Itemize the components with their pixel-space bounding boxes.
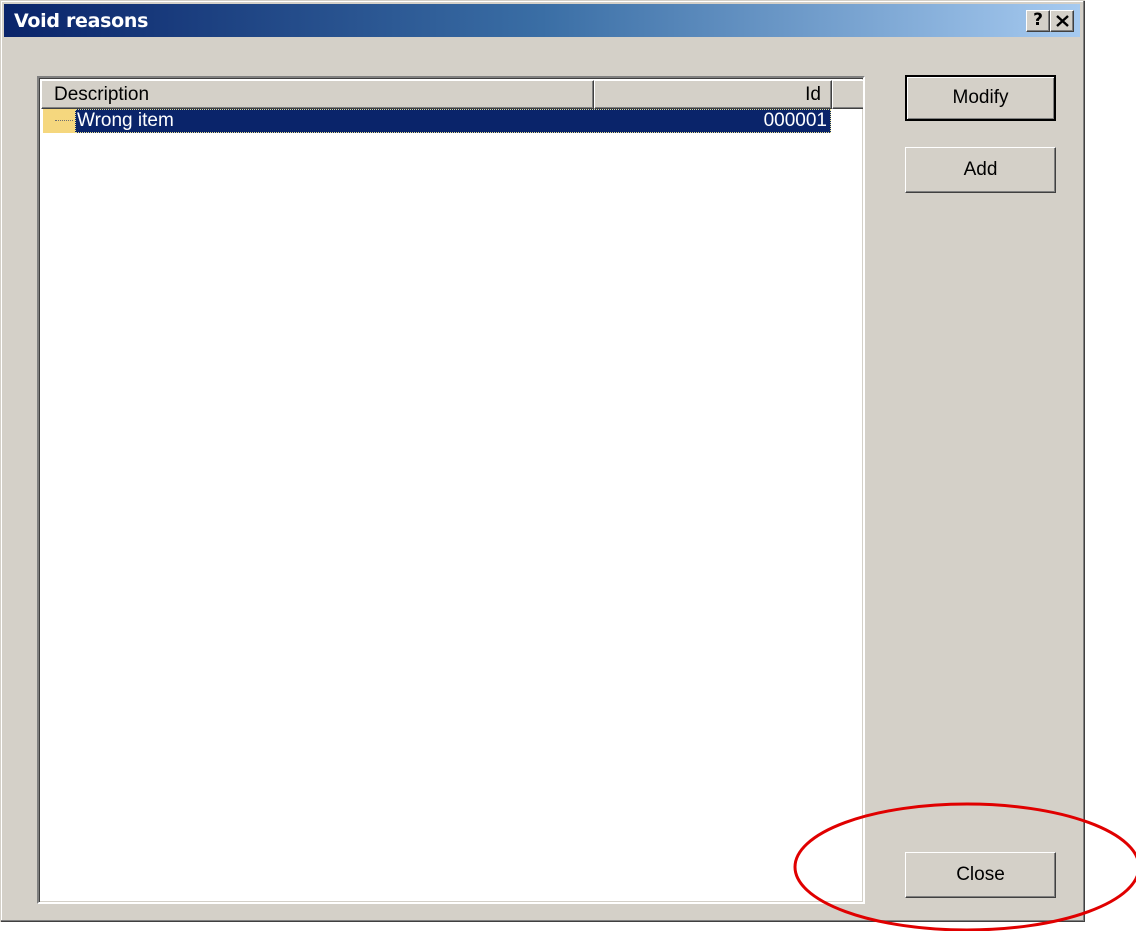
tree-node-marker [43,109,75,133]
void-reasons-list[interactable]: Description Id 000001 Wrong item [37,76,865,904]
close-icon [1056,15,1069,27]
add-button[interactable]: Add [905,147,1056,193]
column-header-empty[interactable] [832,80,863,109]
column-header-id[interactable]: Id [594,80,832,109]
column-header-description[interactable]: Description [41,80,594,109]
tree-connector [55,120,73,121]
dialog-title: Void reasons [14,10,149,32]
close-button[interactable]: Close [905,852,1056,898]
title-bar: Void reasons ? [4,4,1080,37]
help-button[interactable]: ? [1026,10,1050,32]
selection-highlight: 000001 [75,109,831,133]
row-description: Wrong item [77,110,174,131]
list-item[interactable]: 000001 Wrong item [41,109,831,133]
void-reasons-dialog: Void reasons ? Description Id 000001 Wro… [0,0,1085,922]
row-id: 000001 [763,110,827,131]
modify-button[interactable]: Modify [905,75,1056,121]
list-header: Description Id [41,80,863,109]
title-close-button[interactable] [1050,10,1074,32]
